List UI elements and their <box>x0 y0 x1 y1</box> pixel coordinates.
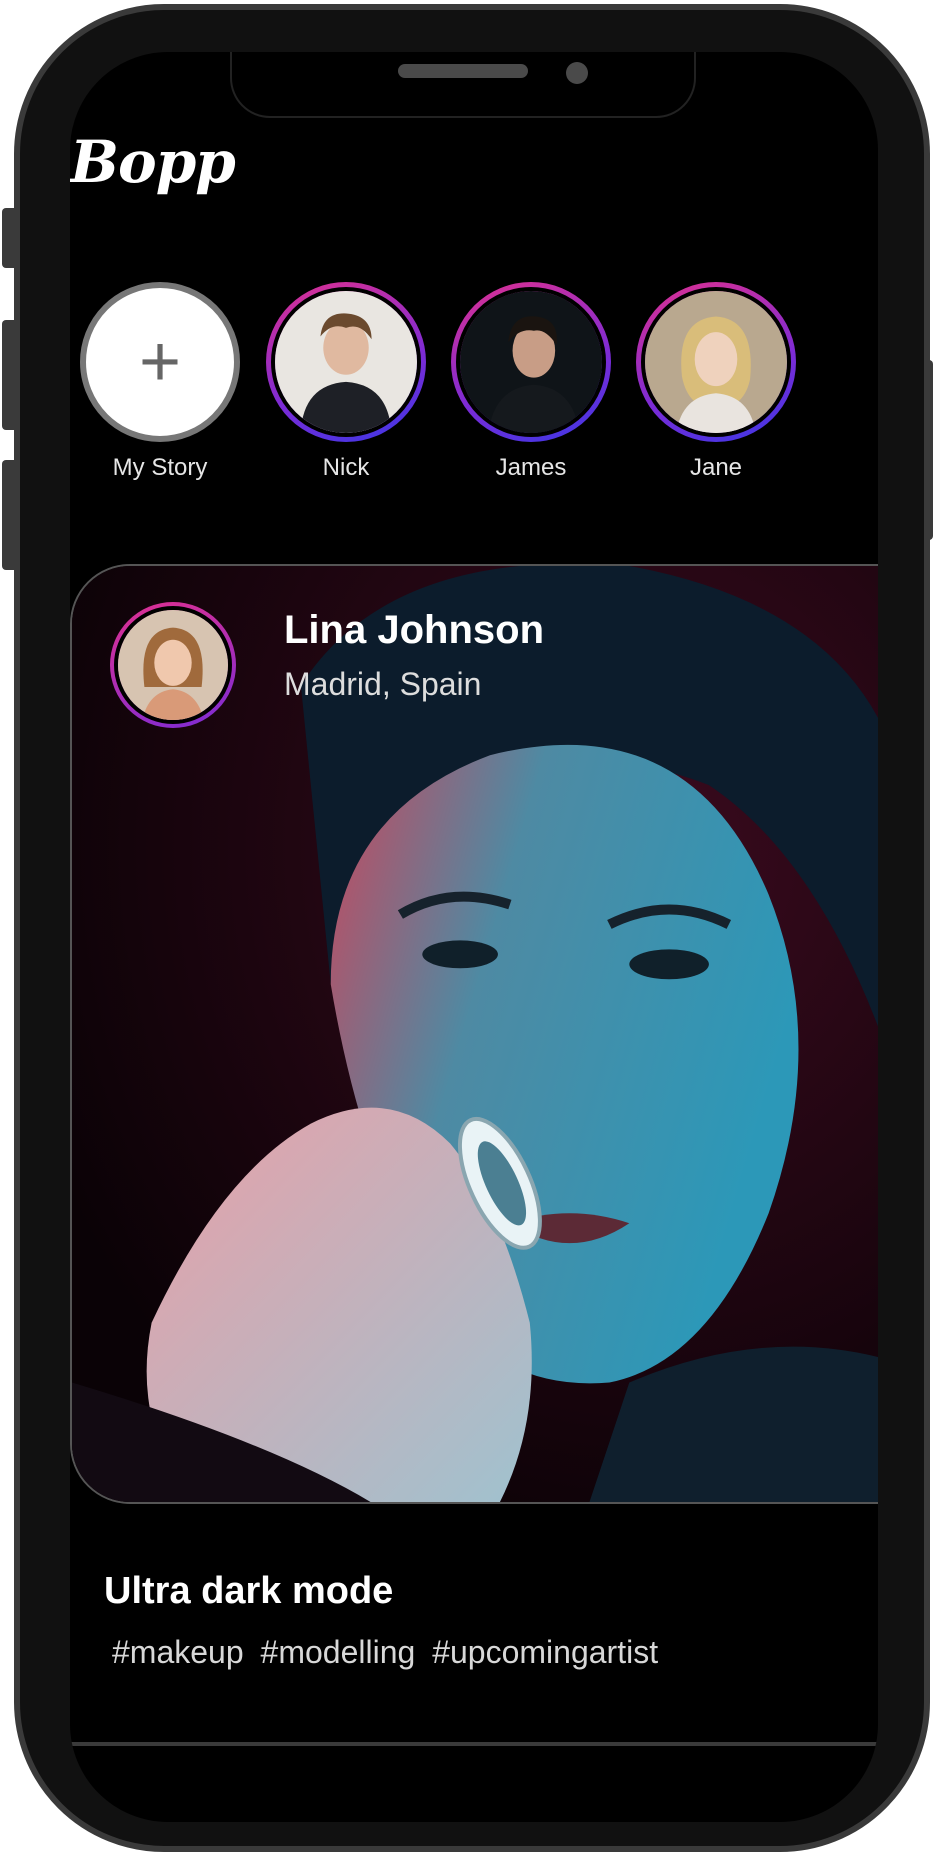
stories-row: + My Story Nick James Jane <box>70 282 878 481</box>
phone-frame: Bopp + My Story Nick James Jane Lina Joh… <box>0 0 933 1857</box>
story-my-story[interactable]: + My Story <box>70 282 250 482</box>
divider <box>70 1742 878 1746</box>
author-name[interactable]: Lina Johnson <box>284 608 544 653</box>
story-ring <box>266 282 426 442</box>
app-logo: Bopp <box>70 128 236 196</box>
story-nick[interactable]: Nick <box>256 282 436 482</box>
story-label: My Story <box>112 454 208 481</box>
post-card[interactable]: Lina Johnson Madrid, Spain <box>70 564 878 1504</box>
story-label: James <box>495 454 567 481</box>
story-label: Jane <box>689 454 743 481</box>
avatar <box>271 287 421 437</box>
speaker-grille <box>398 64 528 78</box>
author-photo <box>118 610 228 720</box>
story-ring <box>451 282 611 442</box>
story-ring <box>636 282 796 442</box>
avatar <box>456 287 606 437</box>
story-james[interactable]: James <box>441 282 621 482</box>
post-tags[interactable]: #makeup #modelling #upcomingartist <box>112 1634 658 1671</box>
screen: Bopp + My Story Nick James Jane Lina Joh… <box>70 52 878 1822</box>
story-label: Nick <box>322 454 370 481</box>
add-story-button[interactable]: + <box>80 282 240 442</box>
post-caption: Ultra dark mode <box>104 1570 394 1612</box>
front-camera <box>566 62 588 84</box>
avatar <box>641 287 791 437</box>
plus-icon: + <box>138 322 182 402</box>
story-jane[interactable]: Jane <box>626 282 806 482</box>
author-avatar[interactable] <box>110 602 236 728</box>
notch <box>230 52 696 118</box>
author-location: Madrid, Spain <box>284 666 482 702</box>
